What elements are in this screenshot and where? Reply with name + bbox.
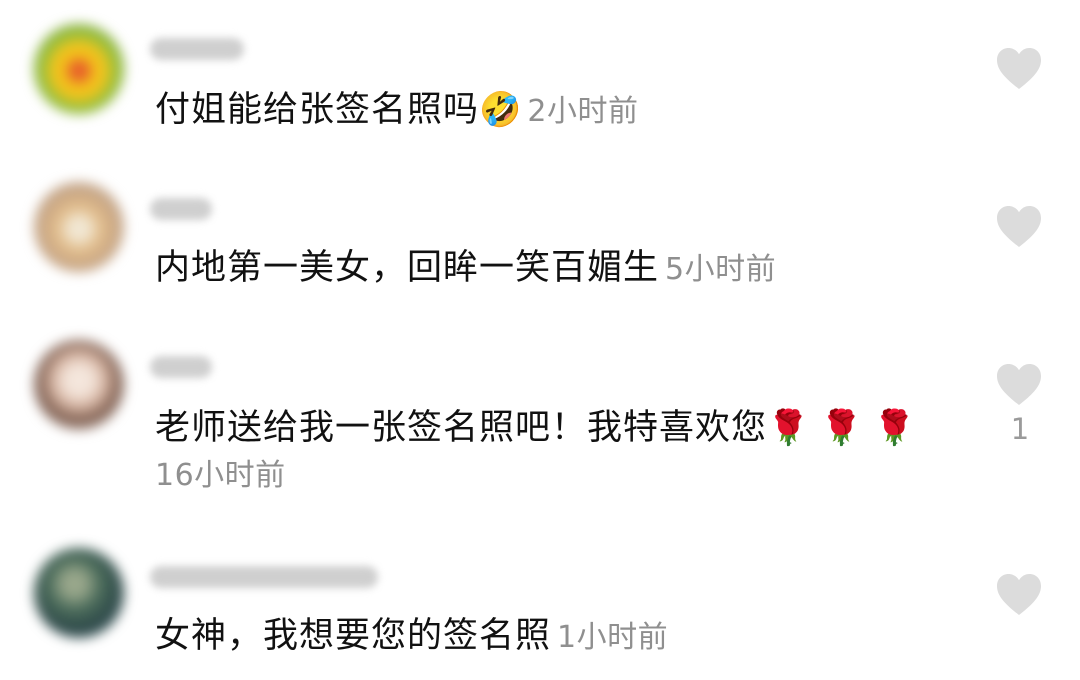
laughing-emoji-icon: 🤣 [479,90,522,130]
comment-text: 付姐能给张签名照吗 [155,90,480,130]
avatar[interactable] [34,340,124,430]
comment-timestamp: 2小时前 [527,94,639,129]
avatar[interactable] [34,24,124,114]
like-button[interactable] [996,48,1042,90]
comment-list: 付姐能给张签名照吗🤣 2小时前 内地第一美女，回眸一笑百媚生 5小时前 老师送给我一… [0,0,1080,680]
avatar[interactable] [34,548,124,638]
like-button[interactable] [996,364,1042,406]
comment-timestamp: 5小时前 [665,252,777,287]
username-blurred[interactable] [150,356,212,378]
comment-body: 付姐能给张签名照吗🤣 2小时前 [155,86,955,136]
heart-icon [997,48,1041,89]
like-count: 1 [1010,412,1030,446]
comment-text: 内地第一美女，回眸一笑百媚生 [155,248,660,288]
rose-emoji-icon: 🌹 🌹 🌹 [767,408,916,448]
heart-icon [997,206,1041,247]
avatar[interactable] [34,182,124,272]
comment-timestamp: 1小时前 [557,620,669,655]
heart-icon [997,574,1041,615]
heart-icon [997,364,1041,405]
comment-body: 内地第一美女，回眸一笑百媚生 5小时前 [155,244,955,294]
comment-timestamp: 16小时前 [155,458,286,493]
username-blurred[interactable] [150,566,378,588]
username-blurred[interactable] [150,38,244,60]
username-blurred[interactable] [150,198,212,220]
comment-text: 老师送给我一张签名照吧！我特喜欢您 [155,408,768,448]
comment-body: 老师送给我一张签名照吧！我特喜欢您🌹 🌹 🌹 16小时前 [155,404,955,500]
comment-text: 女神，我想要您的签名照 [155,616,552,656]
like-button[interactable] [996,206,1042,248]
like-button[interactable] [996,574,1042,616]
comment-body: 女神，我想要您的签名照 1小时前 [155,612,955,662]
